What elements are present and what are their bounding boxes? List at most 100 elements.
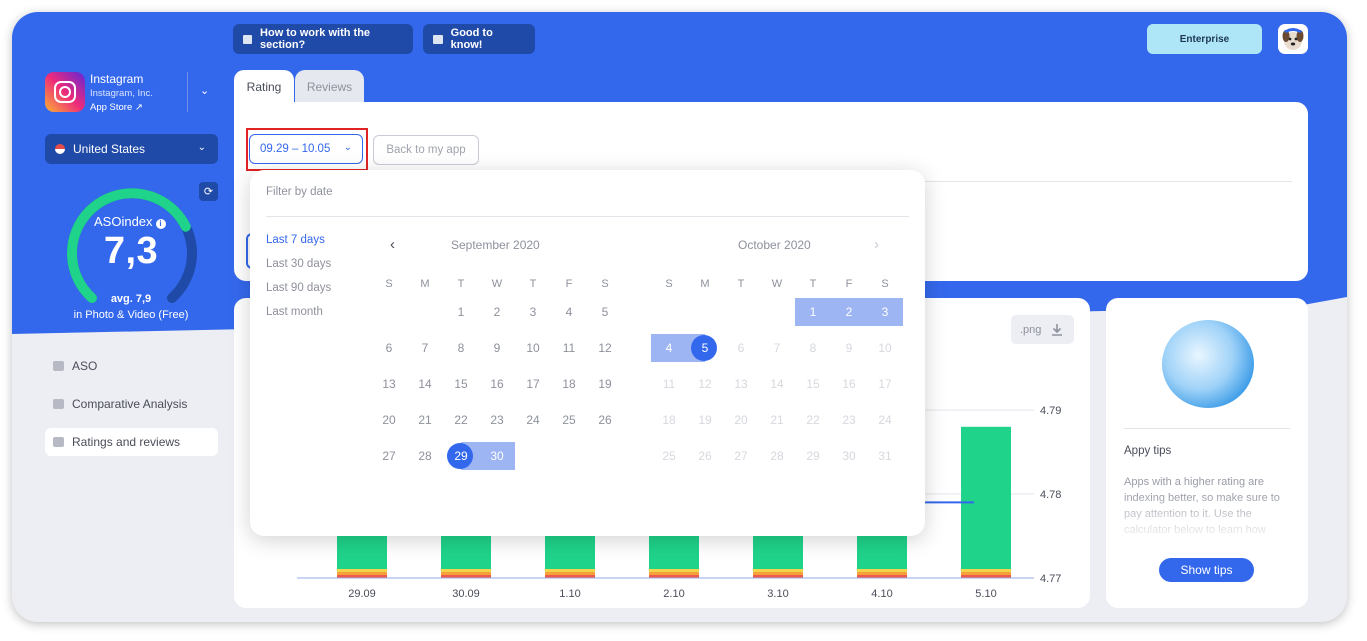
calendar-day[interactable]: 3 — [867, 298, 903, 326]
calendar-day[interactable]: 11 — [551, 334, 587, 362]
calendar-day[interactable]: 20 — [371, 406, 407, 434]
calendar-day[interactable]: 19 — [587, 370, 623, 398]
user-avatar[interactable] — [1278, 24, 1308, 54]
calendar-day[interactable]: 16 — [831, 370, 867, 398]
calendar-day[interactable]: 22 — [795, 406, 831, 434]
calendar-day[interactable]: 27 — [371, 442, 407, 470]
weekday-label: S — [881, 278, 889, 290]
calendar-day[interactable]: 23 — [831, 406, 867, 434]
calendar-day[interactable]: 2 — [479, 298, 515, 326]
next-month-chevron-icon[interactable]: › — [874, 236, 879, 253]
export-png-button[interactable]: .png — [1011, 315, 1074, 344]
calendar-day[interactable]: 3 — [515, 298, 551, 326]
how-to-work-button[interactable]: How to work with the section? — [233, 24, 413, 54]
show-tips-label: Show tips — [1180, 563, 1233, 577]
calendar-day[interactable]: 7 — [759, 334, 795, 362]
refresh-icon: ⟳ — [203, 186, 214, 198]
calendar-day[interactable]: 8 — [795, 334, 831, 362]
calendar-day[interactable]: 29 — [795, 442, 831, 470]
month-title-october: October 2020 — [738, 238, 811, 252]
calendar-day[interactable]: 4 — [651, 334, 687, 362]
aso-index-label: ASOindex i — [94, 214, 166, 229]
weekday-label: S — [385, 278, 393, 290]
calendar-day[interactable]: 9 — [831, 334, 867, 362]
calendar-day[interactable]: 26 — [587, 406, 623, 434]
calendar-day[interactable]: 24 — [867, 406, 903, 434]
weekday-label: F — [565, 278, 573, 290]
calendar-day[interactable]: 14 — [407, 370, 443, 398]
calendar-day[interactable]: 28 — [759, 442, 795, 470]
calendar-day[interactable]: 1 — [795, 298, 831, 326]
preset-last-90-days[interactable]: Last 90 days — [266, 282, 331, 294]
calendar-day[interactable]: 7 — [407, 334, 443, 362]
calendar-day[interactable]: 4 — [551, 298, 587, 326]
calendar-day[interactable]: 29 — [443, 442, 479, 470]
calendar-day[interactable]: 12 — [687, 370, 723, 398]
calendar-day[interactable]: 20 — [723, 406, 759, 434]
tab-reviews[interactable]: Reviews — [295, 70, 364, 104]
calendar-day[interactable]: 25 — [551, 406, 587, 434]
preset-last-7-days[interactable]: Last 7 days — [266, 234, 325, 246]
calendar-day[interactable]: 23 — [479, 406, 515, 434]
tab-rating[interactable]: Rating — [234, 70, 294, 104]
calendar-day[interactable]: 6 — [371, 334, 407, 362]
document-icon — [433, 34, 443, 44]
calendar-day[interactable]: 16 — [479, 370, 515, 398]
calendar-day[interactable]: 15 — [795, 370, 831, 398]
calendar-day[interactable]: 26 — [687, 442, 723, 470]
calendar-day[interactable]: 2 — [831, 298, 867, 326]
calendar-day[interactable]: 15 — [443, 370, 479, 398]
calendar-day[interactable]: 28 — [407, 442, 443, 470]
sidebar-item-ratings-and-reviews[interactable]: Ratings and reviews — [45, 428, 218, 456]
tips-title: Appy tips — [1124, 445, 1172, 457]
calendar-day[interactable]: 17 — [515, 370, 551, 398]
calendar-day[interactable]: 22 — [443, 406, 479, 434]
sidebar-item-aso[interactable]: ASO — [45, 352, 218, 380]
calendar-day[interactable]: 30 — [479, 442, 515, 470]
external-link-icon: ↗ — [134, 102, 143, 113]
calendar-day[interactable]: 12 — [587, 334, 623, 362]
sidebar-item-label: Ratings and reviews — [72, 435, 181, 449]
calendar-day[interactable]: 11 — [651, 370, 687, 398]
calendar-day[interactable]: 10 — [515, 334, 551, 362]
calendar-day[interactable]: 27 — [723, 442, 759, 470]
calendar-day[interactable]: 8 — [443, 334, 479, 362]
show-tips-button[interactable]: Show tips — [1159, 558, 1254, 582]
sidebar-item-comparative-analysis[interactable]: Comparative Analysis — [45, 390, 218, 418]
prev-month-chevron-icon[interactable]: ‹ — [390, 236, 395, 253]
divider — [924, 181, 1292, 182]
axis-tick-label: 4.78 — [1040, 489, 1061, 501]
calendar-day[interactable]: 13 — [723, 370, 759, 398]
calendar-day[interactable]: 6 — [723, 334, 759, 362]
calendar-day[interactable]: 24 — [515, 406, 551, 434]
calendar-day[interactable]: 18 — [551, 370, 587, 398]
calendar-day[interactable]: 9 — [479, 334, 515, 362]
app-store-link[interactable]: App Store ↗ — [90, 102, 143, 113]
calendar-day[interactable]: 21 — [759, 406, 795, 434]
good-to-know-button[interactable]: Good to know! — [423, 24, 535, 54]
calendar-day[interactable]: 18 — [651, 406, 687, 434]
calendar-day[interactable]: 19 — [687, 406, 723, 434]
tips-fade — [1106, 494, 1308, 544]
calendar-day[interactable]: 21 — [407, 406, 443, 434]
calendar-day[interactable]: 5 — [587, 298, 623, 326]
calendar-day[interactable]: 5 — [687, 334, 723, 362]
back-to-my-app-button[interactable]: Back to my app — [373, 135, 479, 165]
info-icon[interactable]: i — [155, 219, 166, 229]
calendar-day[interactable]: 13 — [371, 370, 407, 398]
preset-last-30-days[interactable]: Last 30 days — [266, 258, 331, 270]
calendar-day[interactable]: 1 — [443, 298, 479, 326]
country-select[interactable]: United States ⌄ — [45, 134, 218, 164]
calendar-day[interactable]: 10 — [867, 334, 903, 362]
calendar-day[interactable]: 30 — [831, 442, 867, 470]
preset-last-month[interactable]: Last month — [266, 306, 323, 318]
enterprise-button[interactable]: Enterprise — [1147, 24, 1262, 54]
good-to-know-label: Good to know! — [450, 27, 493, 51]
calendar-day[interactable]: 25 — [651, 442, 687, 470]
calendar-day[interactable]: 31 — [867, 442, 903, 470]
app-switch-chevron-icon[interactable]: ⌄ — [200, 84, 209, 97]
refresh-button[interactable]: ⟳ — [199, 182, 218, 201]
chat-icon — [53, 437, 64, 447]
calendar-day[interactable]: 17 — [867, 370, 903, 398]
calendar-day[interactable]: 14 — [759, 370, 795, 398]
